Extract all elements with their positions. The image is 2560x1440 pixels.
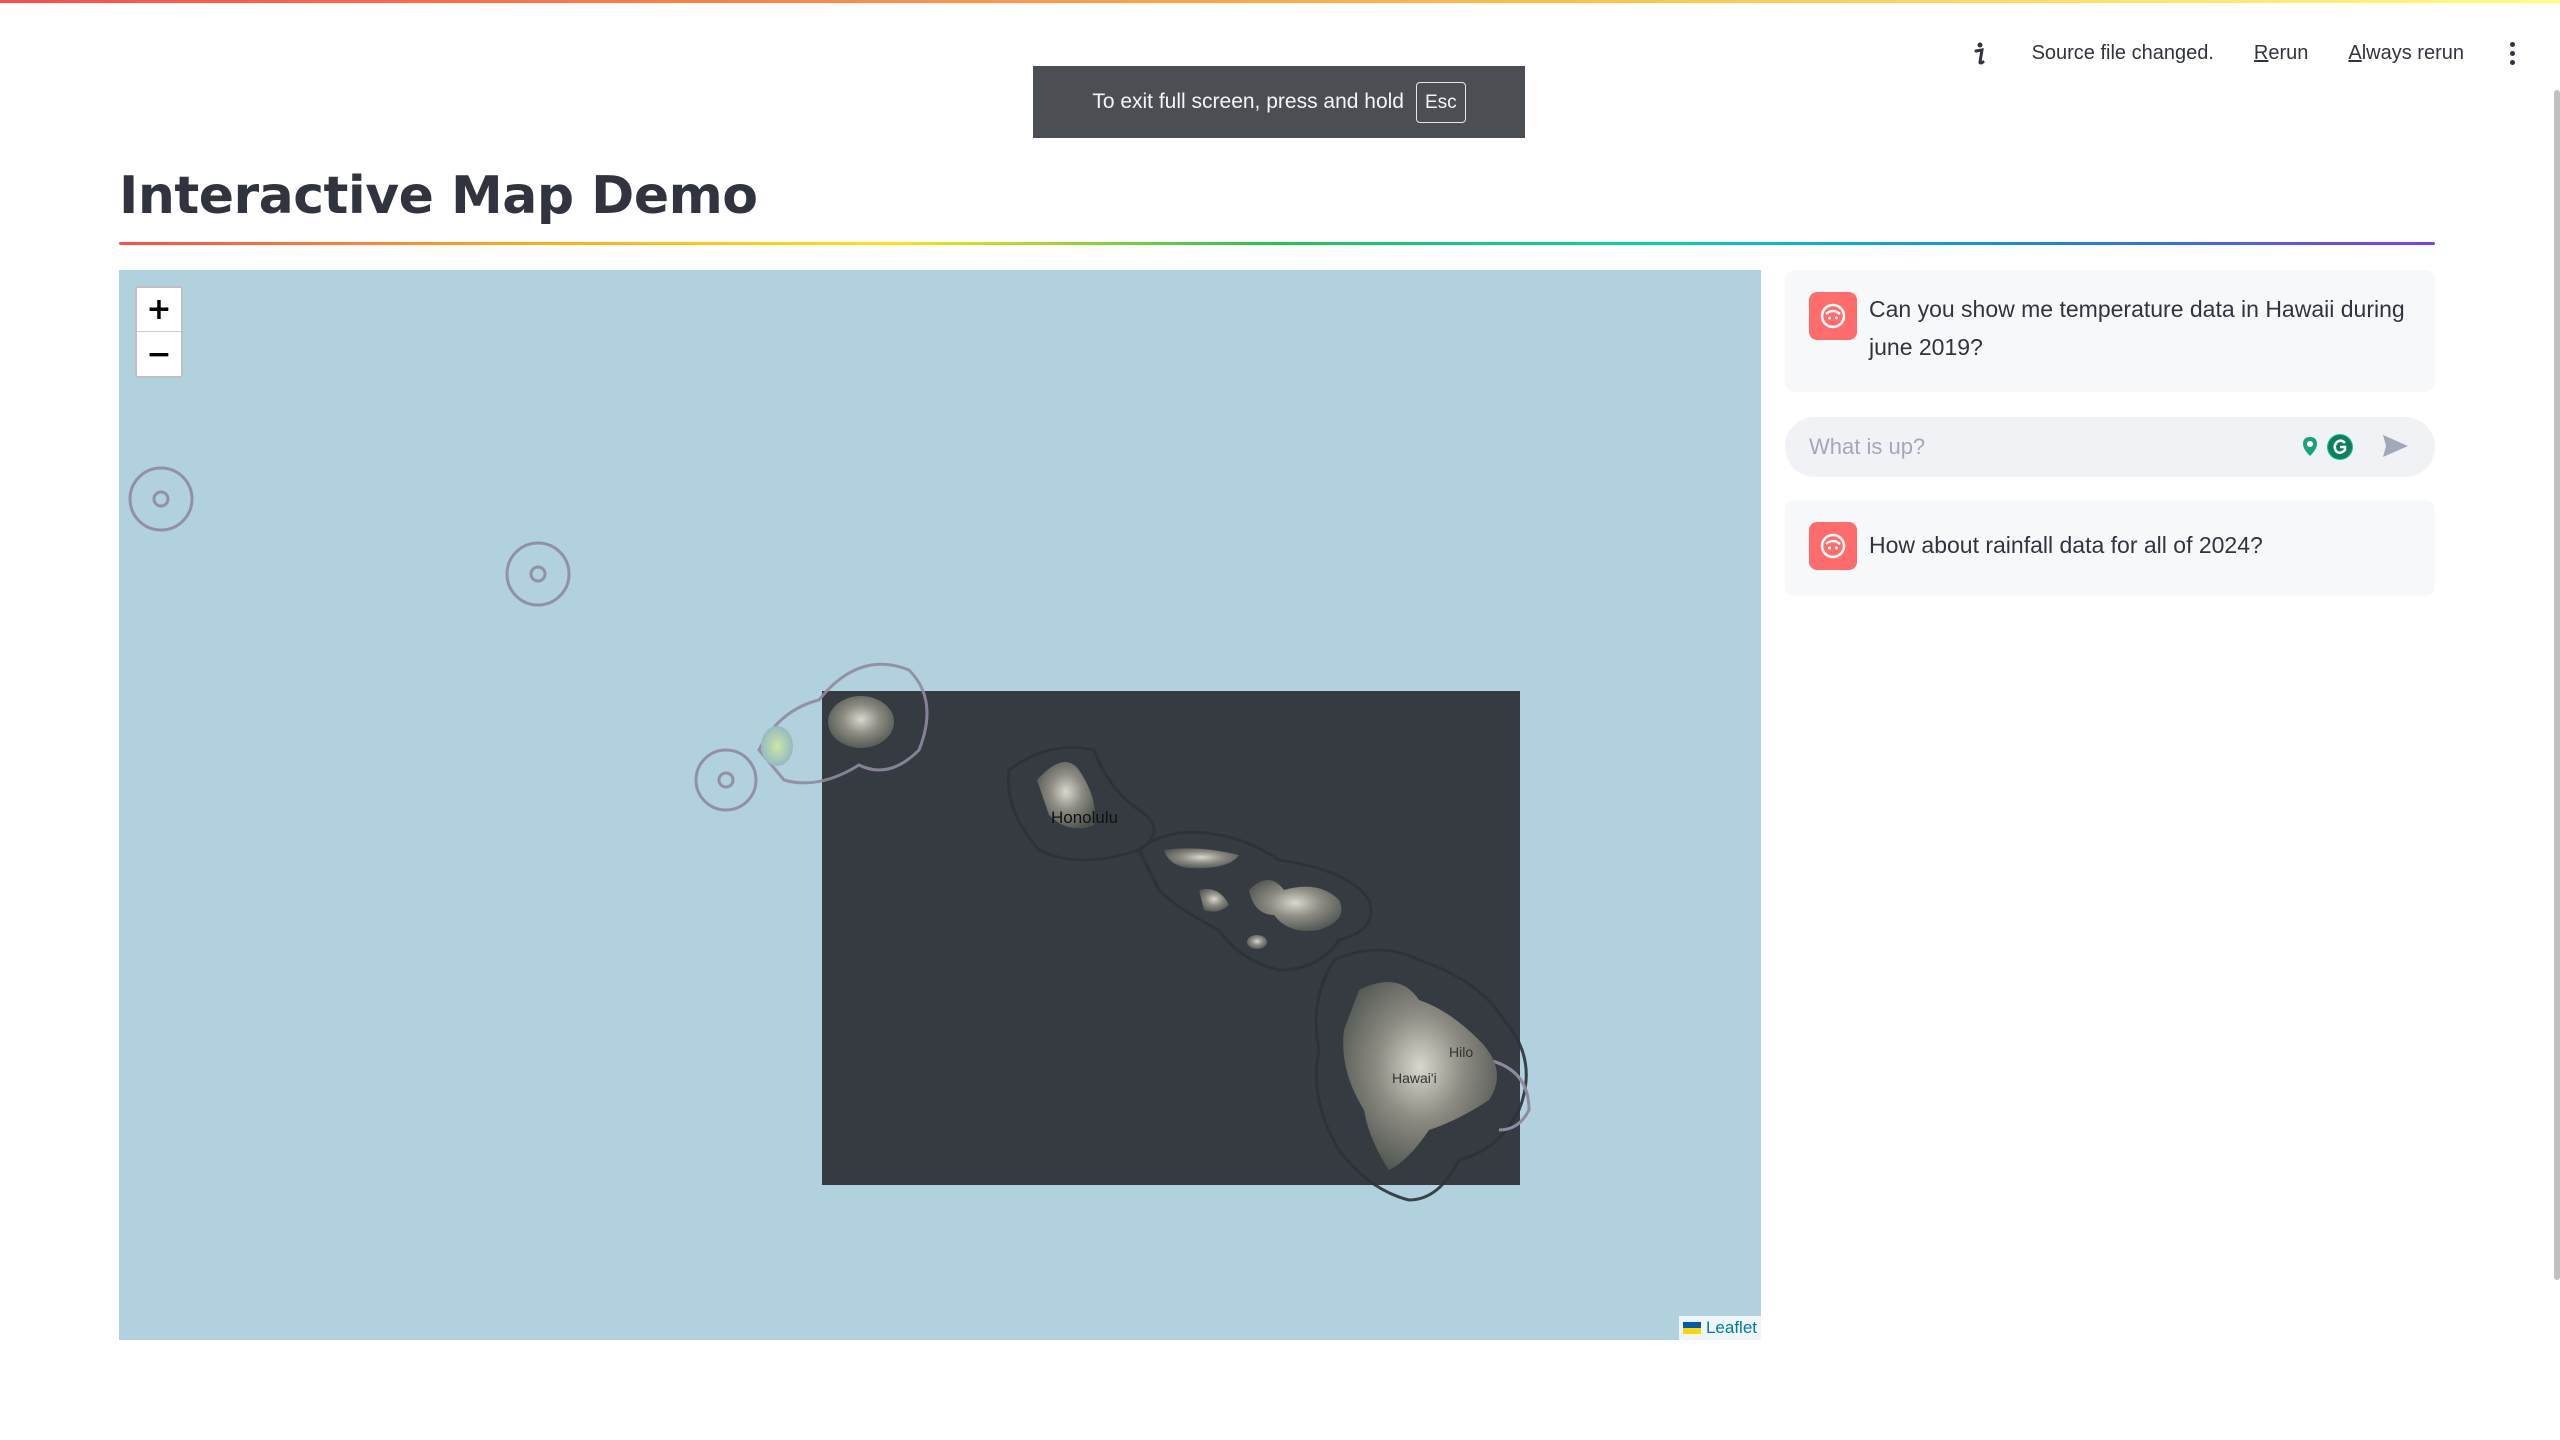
extension-icons xyxy=(2297,434,2353,460)
page-title: Interactive Map Demo xyxy=(119,166,758,226)
niihau-island xyxy=(761,726,793,766)
main-menu-icon[interactable] xyxy=(2504,38,2520,68)
rerun-button[interactable]: Rerun xyxy=(2254,42,2308,65)
user-avatar-icon xyxy=(1809,522,1857,570)
map-attribution: Leaflet xyxy=(1678,1316,1761,1340)
status-text: Source file changed. xyxy=(2031,41,2214,64)
location-extension-icon[interactable] xyxy=(2297,434,2323,460)
island-point-2 xyxy=(529,565,547,583)
leaflet-link[interactable]: Leaflet xyxy=(1706,1318,1757,1338)
title-divider xyxy=(119,242,2435,245)
island-point-1 xyxy=(152,490,170,508)
kahoolawe-island xyxy=(1247,935,1267,949)
chat-message-text: Can you show me temperature data in Hawa… xyxy=(1869,296,2405,360)
always-rerun-accesskey: A xyxy=(2348,41,2362,64)
hawaii-label: Hawai'i xyxy=(1392,1070,1437,1086)
map-layers xyxy=(128,466,1531,1202)
chat-input[interactable] xyxy=(1809,434,2297,460)
rerun-accesskey: R xyxy=(2253,41,2269,64)
zoom-in-button[interactable]: + xyxy=(137,288,181,332)
kauai-island xyxy=(828,696,894,748)
fullscreen-notice: To exit full screen, press and hold Esc xyxy=(1033,66,1525,138)
zoom-control: + − xyxy=(135,286,183,378)
chat-message-text: How about rainfall data for all of 2024? xyxy=(1869,532,2263,558)
send-button[interactable] xyxy=(2379,431,2411,463)
always-rerun-label: lways rerun xyxy=(2361,41,2464,64)
esc-key: Esc xyxy=(1415,81,1466,123)
page-scrollbar[interactable] xyxy=(2554,90,2560,1280)
always-rerun-button[interactable]: Always rerun xyxy=(2348,42,2464,65)
island-buffer-3 xyxy=(694,748,758,812)
honolulu-label: Honolulu xyxy=(1051,808,1119,827)
chat-message: Can you show me temperature data in Hawa… xyxy=(1785,270,2435,392)
island-buffer-1 xyxy=(128,466,194,532)
island-point-3 xyxy=(717,771,735,789)
hilo-label: Hilo xyxy=(1449,1044,1474,1060)
fullscreen-notice-text: To exit full screen, press and hold xyxy=(1092,90,1404,113)
chat-message: How about rainfall data for all of 2024? xyxy=(1785,500,2435,596)
top-decoration-bar xyxy=(0,0,2560,3)
rerun-label: erun xyxy=(2268,41,2309,64)
map-container[interactable]: Honolulu Hawai'i Hilo + − Leaflet xyxy=(119,270,1761,1340)
user-avatar-icon xyxy=(1809,292,1857,340)
app-toolbar: Source file changed. Rerun Always rerun xyxy=(1968,34,2520,72)
zoom-out-button[interactable]: − xyxy=(137,332,181,376)
grammarly-icon[interactable] xyxy=(2327,434,2353,460)
island-buffer-2 xyxy=(505,541,571,607)
chat-input-container xyxy=(1785,417,2435,477)
ukraine-flag-icon xyxy=(1682,1322,1701,1334)
info-icon[interactable] xyxy=(1968,38,1992,68)
